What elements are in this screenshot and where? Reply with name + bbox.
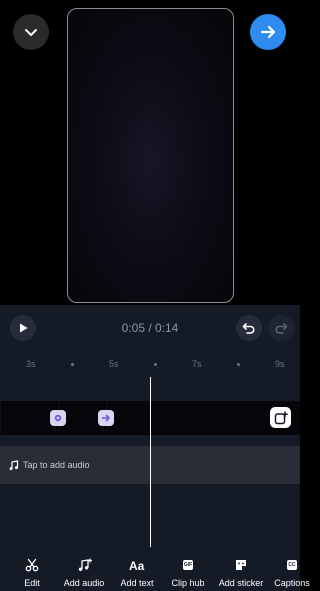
- captions-button[interactable]: CC Captions: [272, 553, 312, 591]
- undo-button[interactable]: [236, 315, 262, 341]
- video-clip[interactable]: [0, 401, 57, 435]
- add-clip-button[interactable]: [270, 407, 291, 428]
- captions-icon: CC: [284, 557, 300, 573]
- add-audio-label: Tap to add audio: [23, 460, 90, 470]
- clip-hub-button[interactable]: GIF Clip hub: [166, 553, 210, 591]
- ruler-tick: 9s: [275, 359, 285, 369]
- playback-controls: 0:05 / 0:14: [0, 305, 300, 350]
- transition-button[interactable]: [98, 410, 114, 426]
- video-preview[interactable]: [67, 8, 234, 303]
- redo-button[interactable]: [268, 315, 294, 341]
- undo-icon: [242, 323, 255, 334]
- gif-icon: GIF: [180, 557, 196, 573]
- clip-hub-label: Clip hub: [171, 578, 205, 588]
- chevron-down-icon: [25, 29, 37, 36]
- captions-badge: CC: [287, 560, 297, 570]
- add-audio-button[interactable]: Add audio: [60, 553, 108, 591]
- add-sticker-button[interactable]: Add sticker: [216, 553, 266, 591]
- add-audio-label: Add audio: [63, 578, 105, 588]
- music-plus-icon: [76, 557, 92, 573]
- collapse-button[interactable]: [13, 14, 49, 50]
- transition-button[interactable]: [50, 410, 66, 426]
- transition-icon: [101, 414, 110, 422]
- timeline-ruler[interactable]: 3s 5s 7s 9s: [0, 353, 300, 375]
- scissors-icon: [24, 557, 40, 573]
- bottom-toolbar: Edit Add audio Aa Add text GIF Clip hub: [0, 553, 310, 591]
- preview-area: [0, 0, 300, 305]
- text-aa-icon: Aa: [129, 557, 145, 573]
- gif-badge: GIF: [182, 560, 194, 570]
- arrow-right-icon: [260, 25, 276, 39]
- add-text-label: Add text: [120, 578, 154, 588]
- captions-label: Captions: [274, 578, 310, 588]
- edit-button[interactable]: Edit: [12, 553, 52, 591]
- ruler-tick: 3s: [26, 359, 36, 369]
- ruler-dot: [154, 363, 157, 366]
- redo-icon: [275, 323, 288, 334]
- music-note-icon: [7, 459, 19, 471]
- edit-label: Edit: [24, 578, 40, 588]
- svg-text:Aa: Aa: [129, 559, 145, 572]
- transition-icon: [54, 414, 62, 422]
- add-text-button[interactable]: Aa Add text: [114, 553, 160, 591]
- ruler-tick: 5s: [109, 359, 119, 369]
- next-button[interactable]: [250, 14, 286, 50]
- add-sticker-label: Add sticker: [218, 578, 264, 588]
- ruler-dot: [237, 363, 240, 366]
- ruler-tick: 7s: [192, 359, 202, 369]
- sticker-icon: [233, 557, 249, 573]
- ruler-dot: [71, 363, 74, 366]
- playhead[interactable]: [150, 377, 151, 547]
- add-clip-icon: [274, 410, 288, 424]
